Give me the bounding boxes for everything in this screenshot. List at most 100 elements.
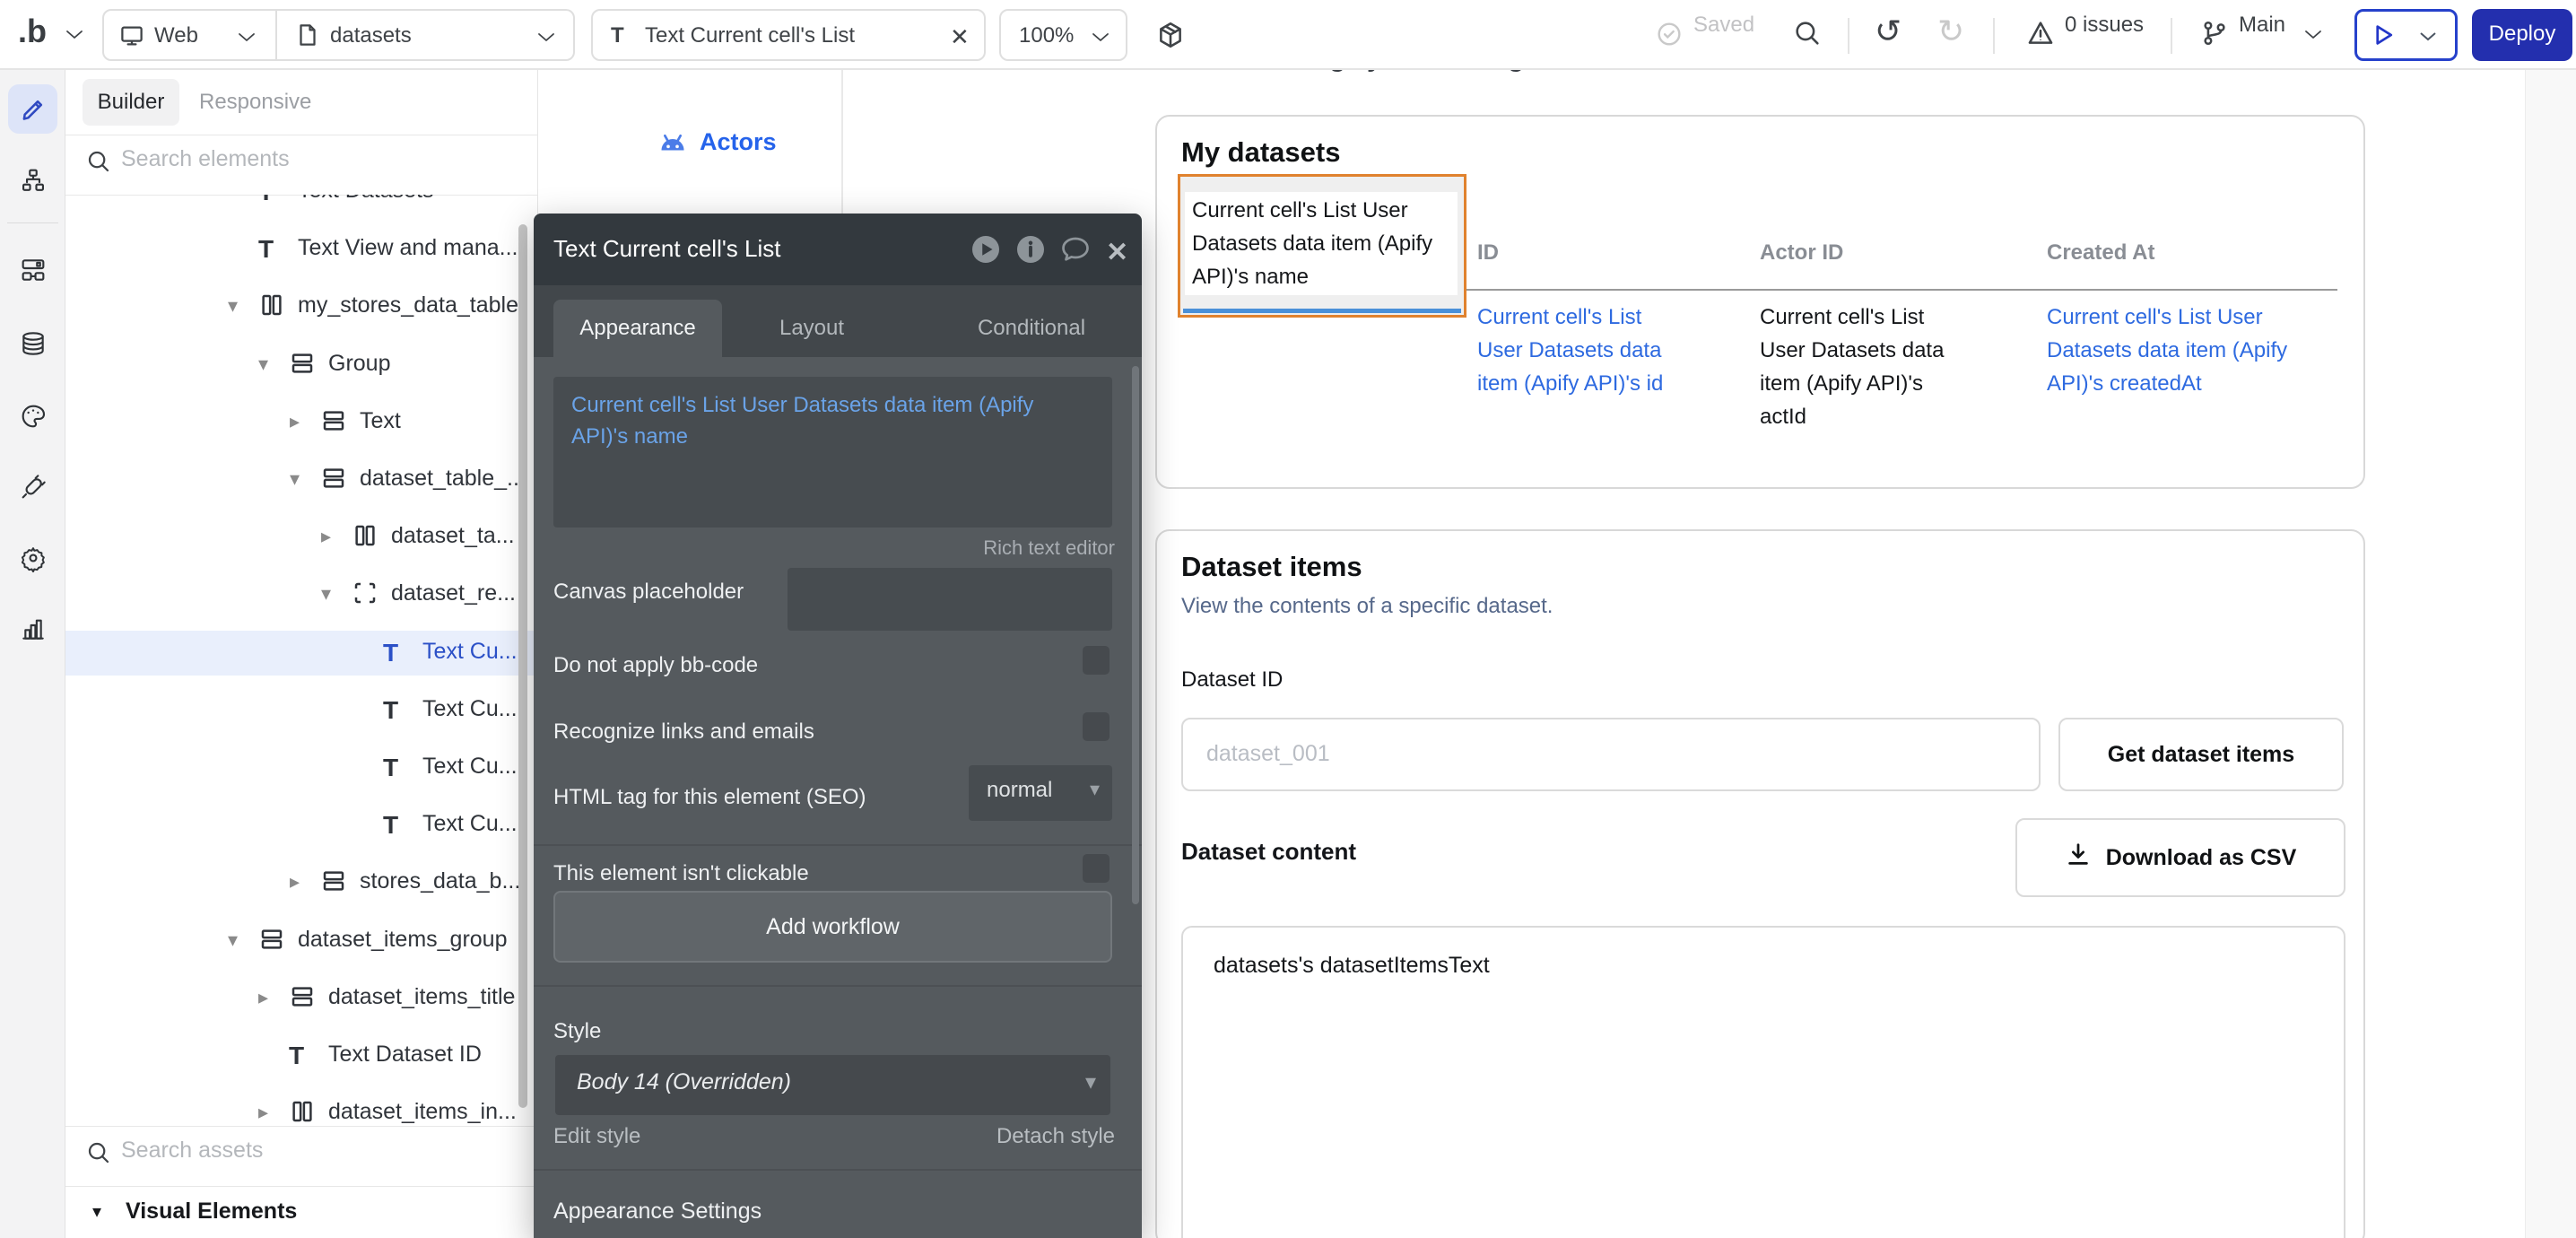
tree-item[interactable]: TText Cu... (65, 745, 537, 790)
chevron-right-icon[interactable]: ▸ (290, 410, 300, 433)
clipped-heading-fragment: g (1508, 70, 1531, 78)
tree-item-label: Text (360, 408, 401, 434)
database-icon[interactable] (8, 318, 57, 368)
chevron-down-icon[interactable]: ▾ (228, 294, 238, 318)
sitemap-icon[interactable] (8, 155, 57, 205)
play-icon[interactable] (970, 233, 1002, 266)
device-selector[interactable]: Web (154, 23, 198, 48)
page-selector[interactable]: datasets (330, 23, 412, 48)
close-icon[interactable]: ✕ (1106, 237, 1138, 269)
table-cell-name[interactable]: Current cell's List User Datasets data i… (1185, 192, 1458, 295)
tab-responsive[interactable]: Responsive (199, 79, 311, 126)
style-dropdown[interactable]: Body 14 (Overridden) ▾ (555, 1055, 1110, 1115)
palette-icon[interactable] (8, 391, 57, 440)
plug-icon[interactable] (8, 462, 57, 511)
monitor-icon (118, 22, 145, 54)
search-elements-field[interactable]: Search elements (65, 135, 537, 195)
rows-element-icon (258, 926, 289, 956)
chart-icon[interactable] (8, 604, 57, 653)
undo-icon[interactable]: ↺ (1875, 13, 1902, 50)
inspector-header[interactable]: Text Current cell's List ✕ (534, 214, 1142, 285)
components-icon[interactable] (8, 245, 57, 294)
chevron-right-icon[interactable]: ▸ (290, 870, 300, 894)
tab-builder[interactable]: Builder (83, 79, 179, 126)
chevron-down-icon[interactable]: ▾ (321, 582, 331, 606)
canvas-placeholder-input[interactable] (788, 568, 1112, 631)
chevron-down-icon[interactable] (237, 31, 257, 44)
dataset-content-text: datasets's datasetItemsText (1214, 953, 1490, 979)
issues-count[interactable]: 0 issues (2065, 13, 2144, 38)
tab-appearance[interactable]: Appearance (553, 300, 722, 357)
tree-item[interactable]: ▸dataset_ta... (65, 515, 537, 560)
chevron-down-icon[interactable]: ▾ (228, 928, 238, 952)
bbcode-checkbox[interactable] (1083, 646, 1110, 675)
table-cell-created-at[interactable]: Current cell's List User Datasets data i… (2047, 301, 2345, 400)
not-clickable-label: This element isn't clickable (553, 861, 809, 886)
visual-elements-section[interactable]: Visual Elements (126, 1199, 297, 1225)
links-emails-checkbox[interactable] (1083, 712, 1110, 741)
edit-style-link[interactable]: Edit style (553, 1124, 640, 1149)
bubble-logo[interactable]: .b (18, 13, 47, 50)
deploy-button[interactable]: Deploy (2472, 9, 2572, 61)
tree-item[interactable]: TText Cu... (65, 803, 537, 848)
tree-item[interactable]: ▾Group (65, 343, 537, 388)
tree-item[interactable]: TText Datasets (65, 195, 537, 214)
element-tree-panel: Builder Responsive Search elements TText… (65, 70, 538, 1238)
chevron-down-icon[interactable]: ▾ (290, 467, 300, 491)
tree-scrollbar[interactable] (518, 224, 527, 1108)
download-csv-button[interactable]: Download as CSV (2015, 818, 2345, 897)
html-tag-dropdown[interactable]: normal ▾ (969, 765, 1112, 821)
tab-conditional[interactable]: Conditional (951, 300, 1112, 357)
inspector-scrollbar[interactable] (1132, 366, 1139, 904)
search-assets-field[interactable]: Search assets (65, 1127, 537, 1186)
chevron-down-icon[interactable]: ▾ (258, 353, 268, 376)
tree-item[interactable]: ▸dataset_items_title (65, 976, 537, 1021)
chevron-down-icon[interactable] (65, 29, 84, 41)
pencil-icon[interactable] (8, 84, 57, 134)
not-clickable-checkbox[interactable] (1083, 854, 1110, 883)
add-workflow-button[interactable]: Add workflow (553, 891, 1112, 963)
selected-element-highlight[interactable]: Current cell's List User Datasets data i… (1178, 174, 1466, 318)
search-icon[interactable] (1792, 18, 1823, 53)
gear-icon[interactable] (8, 533, 57, 582)
tree-item[interactable]: TText Dataset ID (65, 1033, 537, 1078)
tree-item-label: Text Cu... (422, 811, 518, 837)
chevron-down-icon[interactable]: ▾ (92, 1200, 101, 1223)
open-element-tab[interactable]: T Text Current cell's List ✕ (591, 9, 986, 61)
rows-element-icon (320, 407, 351, 438)
zoom-selector[interactable]: 100% (999, 9, 1127, 61)
tree-item[interactable]: ▾my_stores_data_table (65, 284, 537, 329)
chevron-right-icon[interactable]: ▸ (258, 986, 268, 1009)
preview-button[interactable] (2354, 9, 2458, 61)
chevron-down-icon[interactable] (2303, 29, 2323, 41)
table-cell-id[interactable]: Current cell's List User Datasets data i… (1477, 301, 1688, 400)
chevron-down-icon[interactable] (2418, 31, 2438, 43)
tree-item[interactable]: ▸dataset_items_in... (65, 1091, 537, 1126)
tree-item[interactable]: ▾dataset_items_group (65, 919, 537, 963)
detach-style-link[interactable]: Detach style (996, 1124, 1115, 1149)
toolbar-divider (2171, 18, 2172, 54)
table-cell-actor-id[interactable]: Current cell's List User Datasets data i… (1760, 301, 1971, 433)
tree-item[interactable]: ▾dataset_table_... (65, 458, 537, 502)
package-icon[interactable] (1155, 20, 1186, 55)
redo-icon[interactable]: ↻ (1937, 13, 1964, 50)
chevron-right-icon[interactable]: ▸ (258, 1101, 268, 1124)
tree-item[interactable]: TText Cu... (65, 688, 537, 733)
comment-icon[interactable] (1059, 233, 1092, 266)
rich-text-editor-link[interactable]: Rich text editor (983, 536, 1115, 560)
get-dataset-items-button[interactable]: Get dataset items (2058, 718, 2344, 791)
text-expression-editor[interactable]: Current cell's List User Datasets data i… (553, 377, 1112, 527)
chevron-down-icon[interactable] (536, 31, 556, 44)
info-icon[interactable] (1014, 233, 1047, 266)
branch-selector[interactable]: Main (2239, 13, 2285, 38)
chevron-right-icon[interactable]: ▸ (321, 525, 331, 548)
close-icon[interactable]: ✕ (950, 23, 970, 51)
dataset-id-input[interactable]: dataset_001 (1181, 718, 2041, 791)
tree-item[interactable]: ▸ Text (65, 400, 537, 445)
dataset-id-label: Dataset ID (1181, 667, 1283, 693)
tree-item[interactable]: ▸stores_data_b... (65, 860, 537, 905)
tree-item[interactable]: ▾dataset_re... (65, 572, 537, 617)
tab-layout[interactable]: Layout (753, 300, 870, 357)
tree-item[interactable]: TText View and mana... (65, 227, 537, 272)
tree-item[interactable]: TText Cu... (65, 631, 537, 676)
